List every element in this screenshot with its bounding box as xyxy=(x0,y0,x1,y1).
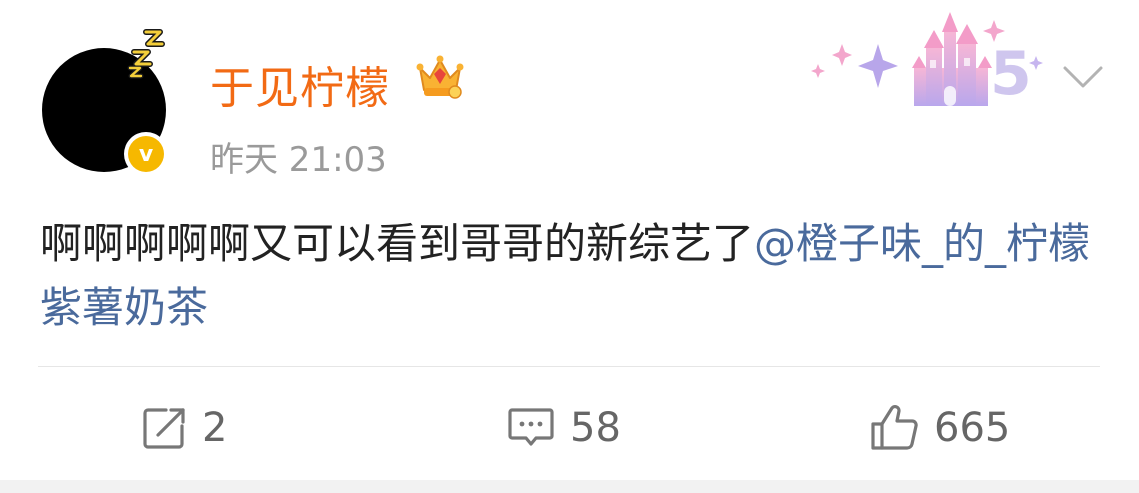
vip-badge-label: v xyxy=(128,136,164,172)
crown-icon xyxy=(416,55,464,99)
divider xyxy=(38,366,1100,367)
chevron-down-icon[interactable] xyxy=(1062,64,1104,90)
sleeping-zzz-icon xyxy=(127,29,165,79)
post-content: 啊啊啊啊啊又可以看到哥哥的新综艺了@橙子味_的_柠檬紫薯奶茶 xyxy=(40,212,1105,340)
comment-button[interactable]: 58 xyxy=(506,400,621,456)
weibo-post-card: v 于见柠檬 昨天 21:03 5 啊啊啊啊啊又可以看到哥哥的新综艺了@橙子味_… xyxy=(0,0,1139,480)
castle-decoration-icon: 5 xyxy=(811,12,1043,109)
like-button[interactable]: 665 xyxy=(868,400,1010,456)
comment-count: 58 xyxy=(570,405,621,451)
post-text: 啊啊啊啊啊又可以看到哥哥的新综艺了 xyxy=(40,219,755,268)
feed-separator xyxy=(0,480,1139,493)
username[interactable]: 于见柠檬 xyxy=(210,52,390,116)
repost-icon xyxy=(143,408,185,449)
repost-button[interactable]: 2 xyxy=(140,400,227,456)
comment-icon xyxy=(508,408,554,446)
post-timestamp: 昨天 21:03 xyxy=(210,140,387,180)
repost-count: 2 xyxy=(202,405,228,451)
like-count: 665 xyxy=(934,405,1011,451)
vip-badge-icon: v xyxy=(124,132,168,176)
svg-text:5: 5 xyxy=(990,39,1032,109)
thumbs-up-icon xyxy=(871,405,918,450)
